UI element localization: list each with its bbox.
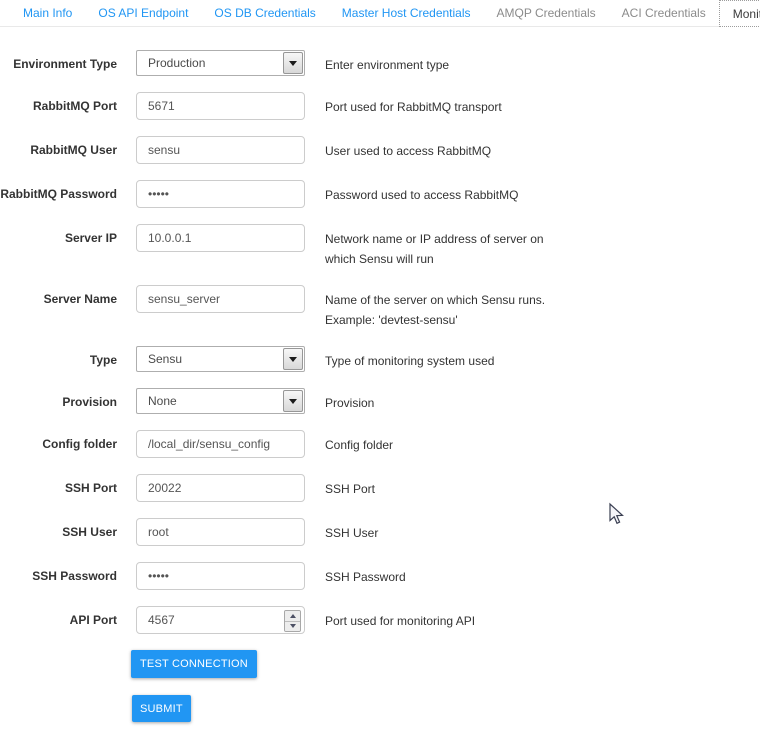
provision-select-value: None (148, 394, 177, 408)
environment-type-label: Environment Type (0, 50, 117, 72)
config-folder-label: Config folder (0, 430, 117, 452)
api-port-input[interactable] (136, 606, 305, 634)
tab-amqp-credentials[interactable]: AMQP Credentials (484, 0, 609, 26)
server-name-control (136, 285, 305, 313)
api-port-help-text: Port used for monitoring API (325, 606, 567, 631)
server-name-input[interactable] (136, 285, 305, 313)
rabbitmq-password-input[interactable] (136, 180, 305, 208)
spinner-up-icon[interactable] (285, 611, 300, 622)
config-folder-control (136, 430, 305, 458)
form-row-ssh-password: SSH Password SSH Password (0, 562, 760, 590)
rabbitmq-password-control (136, 180, 305, 208)
rabbitmq-user-help-text: User used to access RabbitMQ (325, 136, 567, 161)
server-ip-control (136, 224, 305, 252)
server-name-label: Server Name (0, 285, 117, 307)
spinner-down-icon[interactable] (285, 622, 300, 632)
tab-os-db-credentials[interactable]: OS DB Credentials (201, 0, 328, 26)
ssh-password-control (136, 562, 305, 590)
environment-type-control: Production (136, 50, 305, 76)
rabbitmq-port-input[interactable] (136, 92, 305, 120)
type-select[interactable]: Sensu (136, 346, 305, 372)
api-port-label: API Port (0, 606, 117, 628)
rabbitmq-user-control (136, 136, 305, 164)
config-folder-input[interactable] (136, 430, 305, 458)
api-port-control (136, 606, 305, 634)
provision-label: Provision (0, 388, 117, 410)
server-name-help-text: Name of the server on which Sensu runs. … (325, 285, 567, 330)
rabbitmq-user-input[interactable] (136, 136, 305, 164)
rabbitmq-port-help-text: Port used for RabbitMQ transport (325, 92, 567, 117)
type-select-value: Sensu (148, 352, 182, 366)
api-port-spinner (284, 610, 301, 632)
type-help-text: Type of monitoring system used (325, 346, 567, 371)
ssh-user-label: SSH User (0, 518, 117, 540)
server-ip-input[interactable] (136, 224, 305, 252)
tab-os-api-endpoint[interactable]: OS API Endpoint (85, 0, 201, 26)
ssh-password-input[interactable] (136, 562, 305, 590)
rabbitmq-port-label: RabbitMQ Port (0, 92, 117, 114)
environment-type-select[interactable]: Production (136, 50, 305, 76)
ssh-password-help-text: SSH Password (325, 562, 567, 587)
ssh-port-control (136, 474, 305, 502)
monitoring-form: Environment Type Production Enter environm… (0, 50, 760, 634)
tab-aci-credentials[interactable]: ACI Credentials (609, 0, 719, 26)
tab-bar: Main InfoOS API EndpointOS DB Credential… (0, 0, 760, 27)
provision-help-text: Provision (325, 388, 567, 413)
form-row-server-name: Server Name Name of the server on which S… (0, 285, 760, 330)
form-actions: TEST CONNECTION SUBMIT (0, 650, 760, 722)
form-row-config-folder: Config folder Config folder (0, 430, 760, 458)
type-control: Sensu (136, 346, 305, 372)
form-row-ssh-user: SSH User SSH User (0, 518, 760, 546)
server-ip-label: Server IP (0, 224, 117, 246)
form-row-rabbitmq-password: RabbitMQ Password Password used to access… (0, 180, 760, 208)
dropdown-arrow-icon[interactable] (283, 390, 303, 412)
form-row-provision: Provision None Provision (0, 388, 760, 414)
provision-control: None (136, 388, 305, 414)
ssh-password-label: SSH Password (0, 562, 117, 584)
form-row-api-port: API Port Port used for monitoring API (0, 606, 760, 634)
environment-type-help-text: Enter environment type (325, 50, 567, 75)
config-folder-help-text: Config folder (325, 430, 567, 455)
ssh-user-control (136, 518, 305, 546)
provision-select[interactable]: None (136, 388, 305, 414)
ssh-user-input[interactable] (136, 518, 305, 546)
ssh-user-help-text: SSH User (325, 518, 567, 543)
form-row-rabbitmq-user: RabbitMQ User User used to access RabbitM… (0, 136, 760, 164)
form-row-server-ip: Server IP Network name or IP address of s… (0, 224, 760, 269)
form-row-environment-type: Environment Type Production Enter environm… (0, 50, 760, 76)
ssh-port-help-text: SSH Port (325, 474, 567, 499)
server-ip-help-text: Network name or IP address of server on … (325, 224, 567, 269)
environment-type-select-value: Production (148, 56, 205, 70)
rabbitmq-port-control (136, 92, 305, 120)
rabbitmq-password-help-text: Password used to access RabbitMQ (325, 180, 567, 205)
dropdown-arrow-icon[interactable] (283, 348, 303, 370)
test-connection-button[interactable]: TEST CONNECTION (131, 650, 257, 678)
submit-button[interactable]: SUBMIT (132, 695, 191, 722)
ssh-port-input[interactable] (136, 474, 305, 502)
tab-main-info[interactable]: Main Info (10, 0, 85, 26)
type-label: Type (0, 346, 117, 368)
form-row-type: Type Sensu Type of monitoring system used (0, 346, 760, 372)
ssh-port-label: SSH Port (0, 474, 117, 496)
tab-monitoring[interactable]: Monitoring (719, 0, 760, 27)
rabbitmq-password-label: RabbitMQ Password (0, 180, 117, 202)
tab-master-host-credentials[interactable]: Master Host Credentials (329, 0, 484, 26)
form-row-rabbitmq-port: RabbitMQ Port Port used for RabbitMQ tran… (0, 92, 760, 120)
dropdown-arrow-icon[interactable] (283, 52, 303, 74)
form-row-ssh-port: SSH Port SSH Port (0, 474, 760, 502)
rabbitmq-user-label: RabbitMQ User (0, 136, 117, 158)
